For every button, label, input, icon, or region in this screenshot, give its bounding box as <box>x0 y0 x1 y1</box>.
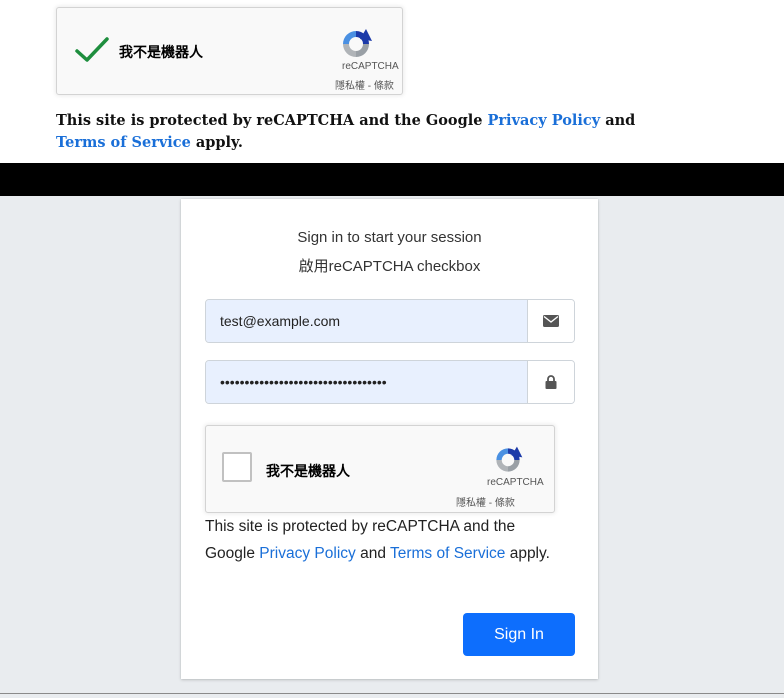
recaptcha-notice: This site is protected by reCAPTCHA and … <box>56 110 756 154</box>
recaptcha-links: 隱私權 - 條款 <box>335 77 394 92</box>
top-demo-section: 我不是機器人 reCAPTCHA 隱私權 - 條款 This site is p… <box>0 0 784 163</box>
checkmark-icon[interactable] <box>74 36 110 64</box>
recaptcha-label: 我不是機器人 <box>266 463 350 479</box>
email-input[interactable]: test@example.com <box>206 300 527 342</box>
recaptcha-privacy-link[interactable]: 隱私權 <box>456 498 486 509</box>
recaptcha-checkbox[interactable] <box>222 452 252 482</box>
recaptcha-terms-link[interactable]: 條款 <box>374 81 394 92</box>
recaptcha-links: 隱私權 - 條款 <box>456 494 515 509</box>
recaptcha-label: 我不是機器人 <box>119 44 203 60</box>
password-field: •••••••••••••••••••••••••••••••••• <box>205 360 575 404</box>
notice-text: and <box>355 545 390 562</box>
recaptcha-widget-checked: 我不是機器人 reCAPTCHA 隱私權 - 條款 <box>56 7 403 95</box>
lock-icon <box>545 375 557 389</box>
login-message: Sign in to start your session <box>297 229 482 246</box>
email-addon <box>527 300 574 342</box>
recaptcha-widget: 我不是機器人 reCAPTCHA 隱私權 - 條款 <box>205 425 555 513</box>
password-addon <box>527 361 574 403</box>
recaptcha-notice: This site is protected by reCAPTCHA and … <box>205 513 565 567</box>
terms-of-service-link[interactable]: Terms of Service <box>390 545 505 562</box>
envelope-icon <box>543 315 559 327</box>
privacy-policy-link[interactable]: Privacy Policy <box>259 545 355 562</box>
privacy-policy-link[interactable]: Privacy Policy <box>488 112 601 129</box>
recaptcha-logo-icon <box>343 29 372 57</box>
recaptcha-links-separator: - <box>365 81 374 92</box>
notice-text: apply. <box>190 134 243 151</box>
terms-of-service-link[interactable]: Terms of Service <box>56 134 191 151</box>
recaptcha-brand: reCAPTCHA <box>487 477 544 488</box>
recaptcha-brand: reCAPTCHA <box>342 61 399 72</box>
bottom-border <box>0 693 784 694</box>
login-card: Sign in to start your session 啟用reCAPTCH… <box>181 199 598 679</box>
notice-text: and <box>600 112 636 129</box>
login-subtitle: 啟用reCAPTCHA checkbox <box>298 258 481 275</box>
sign-in-button[interactable]: Sign In <box>463 613 575 656</box>
recaptcha-terms-link[interactable]: 條款 <box>495 498 515 509</box>
section-divider <box>0 163 784 196</box>
recaptcha-links-separator: - <box>486 498 495 509</box>
notice-text: apply. <box>505 545 550 562</box>
password-input[interactable]: •••••••••••••••••••••••••••••••••• <box>206 361 527 403</box>
email-field: test@example.com <box>205 299 575 343</box>
notice-text: This site is protected by reCAPTCHA and … <box>56 112 488 129</box>
recaptcha-logo-icon <box>496 446 523 472</box>
recaptcha-privacy-link[interactable]: 隱私權 <box>335 81 365 92</box>
